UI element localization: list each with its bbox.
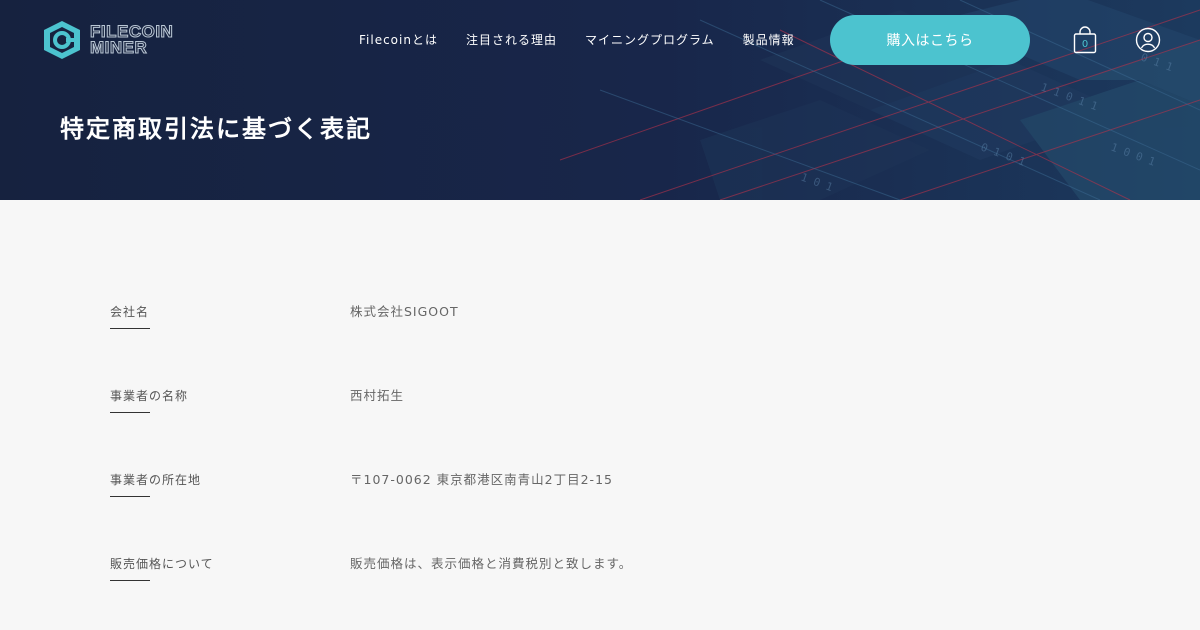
cart-button[interactable]: 0: [1073, 26, 1097, 54]
main-nav: Filecoinとは 注目される理由 マイニングプログラム 製品情報: [359, 31, 795, 49]
nav-item-mining-program[interactable]: マイニングプログラム: [585, 31, 715, 49]
row-label: 事業者の名称: [110, 389, 189, 403]
info-row-operator: 事業者の名称 西村拓生: [110, 384, 1090, 424]
nav-item-about-filecoin[interactable]: Filecoinとは: [359, 31, 438, 49]
label-underline: [110, 328, 150, 329]
brand-logo[interactable]: FILECOIN MINER: [40, 18, 190, 62]
legal-notice-section: 会社名 株式会社SIGOOT 事業者の名称 西村拓生 事業者の所在地 〒107-…: [0, 200, 1200, 630]
row-value: 販売価格は、表示価格と消費税別と致します。: [350, 556, 633, 571]
row-label: 会社名: [110, 305, 150, 319]
page-title: 特定商取引法に基づく表記: [60, 115, 372, 143]
buy-button[interactable]: 購入はこちら: [830, 15, 1030, 65]
label-underline: [110, 496, 150, 497]
hero-header: 1 1 0 1 1 0 1 0 1 1 0 0 1 0 1 1 1 0 1 FI…: [0, 0, 1200, 200]
nav-item-why-notable[interactable]: 注目される理由: [466, 31, 557, 49]
cart-count-badge: 0: [1081, 39, 1089, 50]
brand-wordmark: FILECOIN MINER: [89, 23, 173, 57]
user-icon: [1135, 27, 1161, 53]
row-label: 事業者の所在地: [110, 473, 202, 487]
row-value: 〒107-0062 東京都港区南青山2丁目2-15: [350, 472, 613, 487]
label-underline: [110, 580, 150, 581]
row-value: 株式会社SIGOOT: [350, 304, 459, 319]
nav-item-products[interactable]: 製品情報: [743, 31, 795, 49]
row-value: 西村拓生: [350, 388, 405, 403]
account-button[interactable]: [1135, 27, 1161, 53]
info-row-address: 事業者の所在地 〒107-0062 東京都港区南青山2丁目2-15: [110, 468, 1090, 508]
row-label: 販売価格について: [110, 557, 214, 571]
filecoin-logo-icon: [44, 21, 80, 59]
info-row-company: 会社名 株式会社SIGOOT: [110, 300, 1090, 340]
brand-line-2: MINER: [89, 38, 148, 57]
info-row-pricing: 販売価格について 販売価格は、表示価格と消費税別と致します。: [110, 552, 1090, 592]
label-underline: [110, 412, 150, 413]
